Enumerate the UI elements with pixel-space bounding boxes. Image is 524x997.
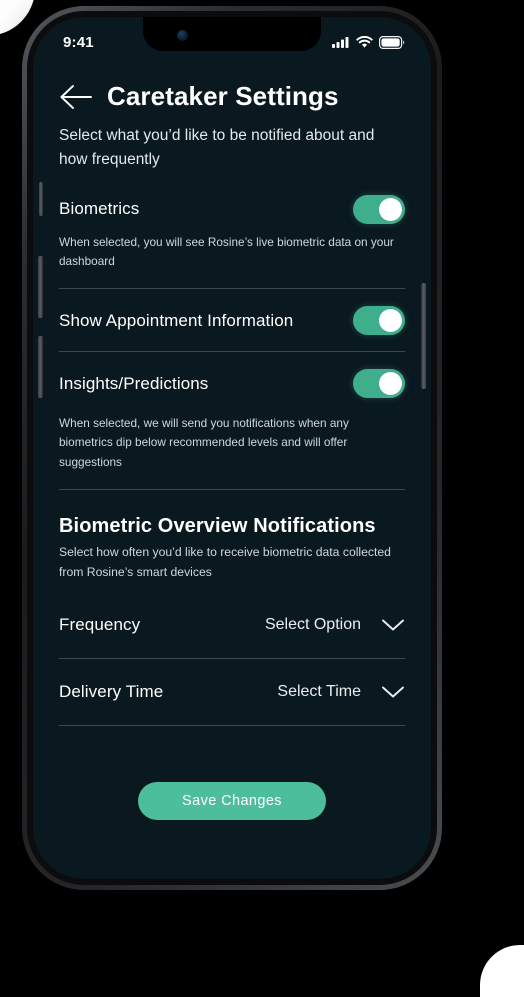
cellular-signal-icon	[332, 37, 349, 48]
divider	[59, 287, 405, 289]
select-control-frequency[interactable]: Select Option	[265, 616, 405, 634]
chevron-down-icon[interactable]	[381, 618, 405, 632]
section-title-notifications: Biometric Overview Notifications	[59, 515, 376, 538]
save-changes-button[interactable]: Save Changes	[138, 782, 326, 821]
power-button[interactable]	[421, 283, 426, 389]
toggle-insights[interactable]	[353, 369, 405, 399]
toggle-biometrics[interactable]	[353, 194, 405, 224]
select-value-delivery-time: Select Time	[277, 683, 361, 701]
setting-description-biometrics: When selected, you will see Rosine’s liv…	[59, 235, 394, 269]
toggle-knob	[379, 372, 402, 396]
select-row-delivery-time[interactable]: Delivery Time Select Time	[59, 665, 405, 719]
status-bar-icons	[332, 35, 405, 49]
setting-row-insights[interactable]: Insights/Predictions	[59, 358, 405, 410]
volume-up-button[interactable]	[38, 256, 43, 318]
setting-label-biometrics: Biometrics	[59, 199, 140, 219]
phone-screen: 9:41 Caretaker Settings Select what you’…	[33, 17, 431, 879]
device-bezel: 9:41 Caretaker Settings Select what you’…	[27, 11, 437, 885]
phone-device-frame: 9:41 Caretaker Settings Select what you’…	[22, 6, 442, 890]
select-control-delivery-time[interactable]: Select Time	[277, 683, 405, 701]
setting-label-insights: Insights/Predictions	[59, 373, 209, 393]
setting-row-appointments[interactable]: Show Appointment Information	[59, 295, 405, 347]
back-arrow-icon[interactable]	[59, 84, 93, 110]
toggle-knob	[379, 309, 402, 333]
setting-description-insights: When selected, we will send you notifica…	[59, 415, 349, 469]
status-bar: 9:41	[33, 17, 431, 61]
wifi-icon	[356, 35, 373, 48]
page-subtitle: Select what you’d like to be notified ab…	[59, 127, 375, 169]
status-bar-time: 9:41	[63, 33, 94, 51]
decorative-shape-bottom-right	[480, 945, 524, 997]
save-button-container: Save Changes	[59, 782, 405, 821]
page-header: Caretaker Settings	[59, 69, 405, 112]
toggle-knob	[379, 197, 402, 221]
chevron-down-icon[interactable]	[381, 685, 405, 699]
select-row-frequency[interactable]: Frequency Select Option	[59, 598, 405, 652]
page-title: Caretaker Settings	[107, 81, 339, 111]
toggle-appointments[interactable]	[353, 306, 405, 336]
setting-row-biometrics[interactable]: Biometrics	[59, 186, 405, 232]
divider	[59, 350, 405, 352]
divider	[59, 658, 405, 660]
setting-label-appointments: Show Appointment Information	[59, 310, 294, 330]
battery-icon	[379, 35, 405, 49]
settings-screen-content: Caretaker Settings Select what you’d lik…	[33, 61, 431, 821]
volume-down-button[interactable]	[38, 336, 43, 398]
divider	[59, 725, 405, 727]
select-value-frequency: Select Option	[264, 616, 361, 634]
section-description-notifications: Select how often you’d like to receive b…	[59, 545, 391, 579]
divider	[59, 489, 405, 491]
silent-switch-button[interactable]	[39, 182, 43, 216]
select-label-delivery-time: Delivery Time	[59, 682, 164, 702]
select-label-frequency: Frequency	[59, 615, 141, 635]
